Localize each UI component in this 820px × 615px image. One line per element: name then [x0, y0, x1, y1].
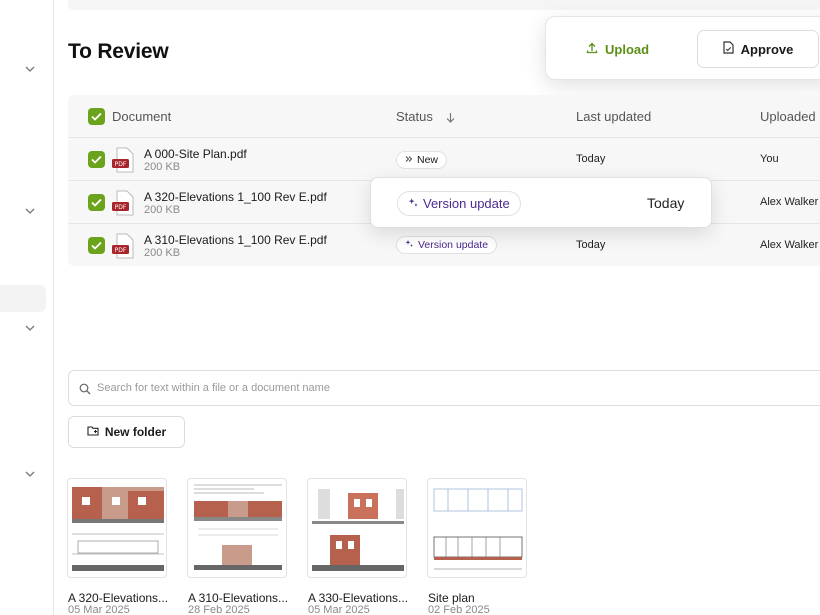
chevron-down-icon[interactable]	[24, 322, 36, 334]
svg-text:PDF: PDF	[115, 161, 127, 168]
sparkle-icon	[405, 154, 413, 166]
chevron-down-icon[interactable]	[24, 468, 36, 480]
status-text: Version update	[423, 196, 510, 211]
last-updated: Today	[576, 153, 606, 165]
column-uploaded[interactable]: Uploaded	[760, 109, 816, 124]
search-field[interactable]: Search for text within a file or a docum…	[68, 370, 820, 406]
sparkle-icon	[408, 196, 419, 211]
file-name[interactable]: A 310-Elevations 1_100 Rev E.pdf	[144, 233, 327, 247]
file-name[interactable]: A 000-Site Plan.pdf	[144, 147, 247, 161]
sparkle-icon	[405, 239, 414, 251]
uploaded-by: Alex Walker	[760, 196, 819, 208]
svg-text:PDF: PDF	[115, 247, 127, 254]
upload-label: Upload	[605, 41, 650, 57]
drawing-preview	[312, 489, 404, 571]
new-folder-button[interactable]: New folder	[68, 416, 185, 448]
column-last-updated[interactable]: Last updated	[576, 109, 651, 124]
chevron-down-icon[interactable]	[24, 63, 36, 75]
file-date: 05 Mar 2025	[68, 604, 130, 615]
approve-label: Approve	[740, 41, 794, 57]
file-name[interactable]: A 310-Elevations...	[188, 591, 296, 605]
table-header: Document Status Last updated Uploaded	[68, 95, 820, 138]
page-title: To Review	[68, 40, 169, 63]
drawing-preview	[72, 487, 164, 571]
file-date: 28 Feb 2025	[188, 604, 250, 615]
upload-button[interactable]: Upload	[586, 33, 649, 65]
file-thumbnail[interactable]	[187, 478, 287, 578]
file-name[interactable]: Site plan	[428, 591, 536, 605]
top-bar	[68, 0, 820, 10]
status-badge: Version update	[397, 191, 521, 216]
file-name[interactable]: A 330-Elevations...	[308, 591, 416, 605]
status-text: New	[417, 154, 439, 166]
arrow-down-icon[interactable]	[446, 111, 455, 126]
file-size: 200 KB	[144, 161, 181, 173]
status-text: Version update	[418, 239, 489, 251]
file-thumbnail[interactable]	[307, 478, 407, 578]
file-thumbnail[interactable]	[67, 478, 167, 578]
status-badge: New	[396, 151, 448, 169]
file-size: 200 KB	[144, 247, 181, 259]
file-name[interactable]: A 320-Elevations 1_100 Rev E.pdf	[144, 190, 327, 204]
file-name[interactable]: A 320-Elevations...	[68, 591, 176, 605]
pdf-icon: PDF	[112, 190, 134, 216]
action-bar: Upload Approve	[545, 16, 820, 80]
table-row[interactable]: PDF A 310-Elevations 1_100 Rev E.pdf 200…	[68, 224, 820, 267]
chevron-down-icon[interactable]	[24, 205, 36, 217]
drawing-preview	[433, 488, 523, 570]
left-sidebar	[0, 0, 54, 615]
uploaded-by: You	[760, 153, 779, 165]
approve-button[interactable]: Approve	[697, 30, 819, 68]
svg-text:PDF: PDF	[115, 204, 127, 211]
select-all-checkbox[interactable]	[88, 108, 105, 125]
pdf-icon: PDF	[112, 233, 134, 259]
sidebar-item-selected[interactable]	[0, 285, 46, 312]
status-badge: Version update	[396, 236, 498, 254]
pdf-icon: PDF	[112, 147, 134, 173]
last-updated: Today	[647, 195, 685, 211]
row-checkbox[interactable]	[88, 194, 105, 211]
last-updated: Today	[576, 239, 606, 251]
file-date: 02 Feb 2025	[428, 604, 490, 615]
row-hover-card[interactable]: Version update Today	[370, 177, 712, 228]
upload-icon	[586, 42, 598, 57]
document-icon	[723, 41, 734, 57]
uploaded-by: Alex Walker	[760, 239, 819, 251]
file-date: 05 Mar 2025	[308, 604, 370, 615]
file-size: 200 KB	[144, 204, 181, 216]
column-status[interactable]: Status	[396, 109, 433, 124]
new-folder-label: New folder	[104, 425, 167, 439]
search-icon	[79, 382, 91, 400]
file-thumbnail[interactable]	[427, 478, 527, 578]
folder-plus-icon	[87, 425, 99, 439]
table-row[interactable]: PDF A 000-Site Plan.pdf 200 KB New Today…	[68, 138, 820, 181]
drawing-preview	[194, 484, 282, 570]
column-document[interactable]: Document	[112, 109, 171, 124]
row-checkbox[interactable]	[88, 237, 105, 254]
search-placeholder: Search for text within a file or a docum…	[97, 382, 330, 394]
row-checkbox[interactable]	[88, 151, 105, 168]
